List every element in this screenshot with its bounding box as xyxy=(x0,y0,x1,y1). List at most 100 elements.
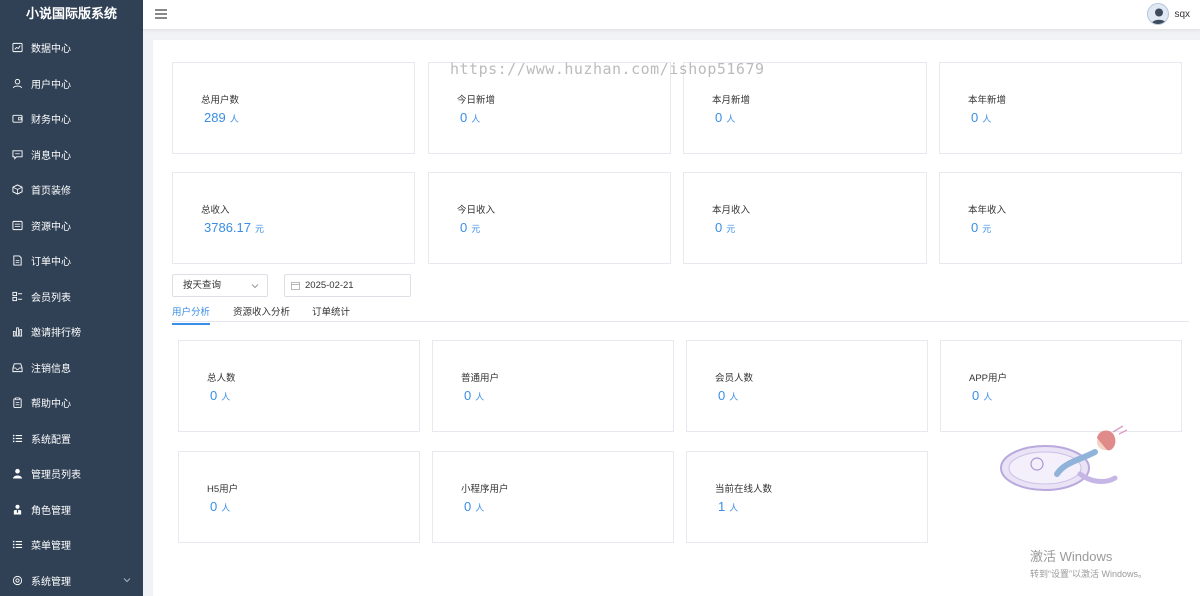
windows-activation-notice: 激活 Windows 转到“设置”以激活 Windows。 xyxy=(1030,546,1147,580)
role-icon xyxy=(12,504,23,515)
analysis-card-app-users: APP用户 0人 xyxy=(940,340,1182,432)
stat-label: 总用户数 xyxy=(201,95,240,106)
sidebar-item-system-management[interactable]: 系统管理 xyxy=(0,563,143,596)
user-menu[interactable]: sqx xyxy=(1147,3,1190,25)
stat-value: 0 xyxy=(971,220,979,235)
stat-unit: 人 xyxy=(475,503,485,513)
sidebar-item-label: 注销信息 xyxy=(31,363,71,375)
sidebar-item-members[interactable]: 会员列表 xyxy=(0,279,143,315)
sidebar-item-label: 系统管理 xyxy=(31,576,71,588)
sidebar-item-label: 消息中心 xyxy=(31,150,71,162)
stat-value: 0 xyxy=(715,220,723,235)
stat-label: 当前在线人数 xyxy=(715,484,773,495)
tab-resource-income-analysis[interactable]: 资源收入分析 xyxy=(233,304,290,323)
stat-label: 总收入 xyxy=(201,205,230,216)
date-picker[interactable]: 2025-02-21 xyxy=(284,274,411,297)
bar-chart-icon xyxy=(12,326,23,337)
sidebar-item-messages[interactable]: 消息中心 xyxy=(0,137,143,173)
stat-label: 本月新增 xyxy=(712,95,751,106)
stat-unit: 人 xyxy=(475,392,485,402)
sidebar-item-invite-ranking[interactable]: 邀请排行榜 xyxy=(0,314,143,350)
inbox-icon xyxy=(12,362,23,373)
list-icon xyxy=(12,433,23,444)
stat-card-total-income: 总收入 3786.17 元 xyxy=(172,172,415,264)
analysis-card-miniprogram-users: 小程序用户 0人 xyxy=(432,451,674,543)
analysis-card-h5-users: H5用户 0人 xyxy=(178,451,420,543)
calendar-icon xyxy=(291,281,300,290)
sidebar-item-deactivation[interactable]: 注销信息 xyxy=(0,350,143,386)
sidebar-item-admin-list[interactable]: 管理员列表 xyxy=(0,456,143,492)
stat-label: 今日新增 xyxy=(457,95,496,106)
stat-card-month-income: 本月收入 0元 xyxy=(683,172,927,264)
stat-unit: 人 xyxy=(229,114,239,124)
stat-unit: 元 xyxy=(726,224,736,234)
hamburger-menu-icon[interactable] xyxy=(155,9,167,19)
sidebar-item-role-management[interactable]: 角色管理 xyxy=(0,492,143,528)
sidebar-item-label: 订单中心 xyxy=(31,257,71,269)
stat-value: 3786.17 xyxy=(204,220,251,235)
stat-unit: 元 xyxy=(982,224,992,234)
date-value: 2025-02-21 xyxy=(305,280,354,291)
stat-unit: 元 xyxy=(471,224,481,234)
sidebar-item-system-config[interactable]: 系统配置 xyxy=(0,421,143,457)
stat-value: 0 xyxy=(971,110,979,125)
sidebar-item-user-center[interactable]: 用户中心 xyxy=(0,66,143,102)
stat-value: 0 xyxy=(972,388,980,403)
sidebar-item-home-decor[interactable]: 首页装修 xyxy=(0,172,143,208)
analysis-tabs: 用户分析 资源收入分析 订单统计 xyxy=(172,302,1189,325)
sidebar-item-label: 管理员列表 xyxy=(31,470,81,482)
mascot-illustration xyxy=(1000,425,1128,491)
sidebar-item-label: 用户中心 xyxy=(31,79,71,91)
stat-value: 0 xyxy=(460,110,468,125)
gear-icon xyxy=(12,575,23,586)
stat-value: 0 xyxy=(718,388,726,403)
app-title: 小说国际版系统 xyxy=(25,6,117,21)
stat-value: 289 xyxy=(204,110,226,125)
tab-order-statistics[interactable]: 订单统计 xyxy=(312,304,350,323)
stat-unit: 人 xyxy=(726,114,736,124)
message-icon xyxy=(12,149,23,160)
query-mode-value: 按天查询 xyxy=(183,280,222,291)
order-icon xyxy=(12,255,23,266)
chevron-down-icon xyxy=(123,577,131,582)
sidebar-item-orders[interactable]: 订单中心 xyxy=(0,243,143,279)
stat-label: 今日收入 xyxy=(457,205,496,216)
stat-value: 0 xyxy=(210,499,218,514)
sidebar-item-label: 帮助中心 xyxy=(31,399,71,411)
sidebar-item-label: 角色管理 xyxy=(31,505,71,517)
stat-label: APP用户 xyxy=(969,373,1008,384)
stat-value: 0 xyxy=(210,388,218,403)
menu-list-icon xyxy=(12,539,23,550)
sidebar-item-help[interactable]: 帮助中心 xyxy=(0,385,143,421)
query-mode-select[interactable]: 按天查询 xyxy=(172,274,268,297)
analysis-card-online-now: 当前在线人数 1人 xyxy=(686,451,928,543)
activation-title: 激活 Windows xyxy=(1030,549,1113,564)
stat-unit: 人 xyxy=(982,114,992,124)
top-header: sqx xyxy=(143,0,1200,30)
stat-value: 0 xyxy=(464,388,472,403)
analysis-card-total-people: 总人数 0人 xyxy=(178,340,420,432)
stat-label: 本年收入 xyxy=(968,205,1007,216)
avatar[interactable] xyxy=(1147,3,1170,25)
sidebar-item-label: 数据中心 xyxy=(31,44,71,56)
url-watermark: https://www.huzhan.com/ishop51679 xyxy=(450,60,765,78)
stat-card-year-income: 本年收入 0元 xyxy=(939,172,1182,264)
stat-unit: 人 xyxy=(729,392,739,402)
stat-label: 普通用户 xyxy=(461,373,500,384)
stat-label: 总人数 xyxy=(207,373,236,384)
sidebar-item-resources[interactable]: 资源中心 xyxy=(0,208,143,244)
sidebar-item-label: 会员列表 xyxy=(31,292,71,304)
sidebar-item-menu-management[interactable]: 菜单管理 xyxy=(0,527,143,563)
stat-unit: 人 xyxy=(983,392,993,402)
tab-user-analysis[interactable]: 用户分析 xyxy=(172,304,211,325)
stat-label: 会员人数 xyxy=(715,373,754,384)
stat-value: 0 xyxy=(715,110,723,125)
person-solid-icon xyxy=(12,468,23,479)
grid-list-icon xyxy=(12,291,23,302)
stat-label: 本月收入 xyxy=(712,205,751,216)
sidebar-item-finance[interactable]: 财务中心 xyxy=(0,101,143,137)
sidebar-item-data-center[interactable]: 数据中心 xyxy=(0,30,143,66)
sidebar-item-label: 系统配置 xyxy=(31,434,71,446)
sidebar: 小说国际版系统 数据中心 用户中心 财务中心 消息中心 首页装修 资源中心 订单… xyxy=(0,0,143,596)
chevron-down-icon xyxy=(251,284,259,289)
